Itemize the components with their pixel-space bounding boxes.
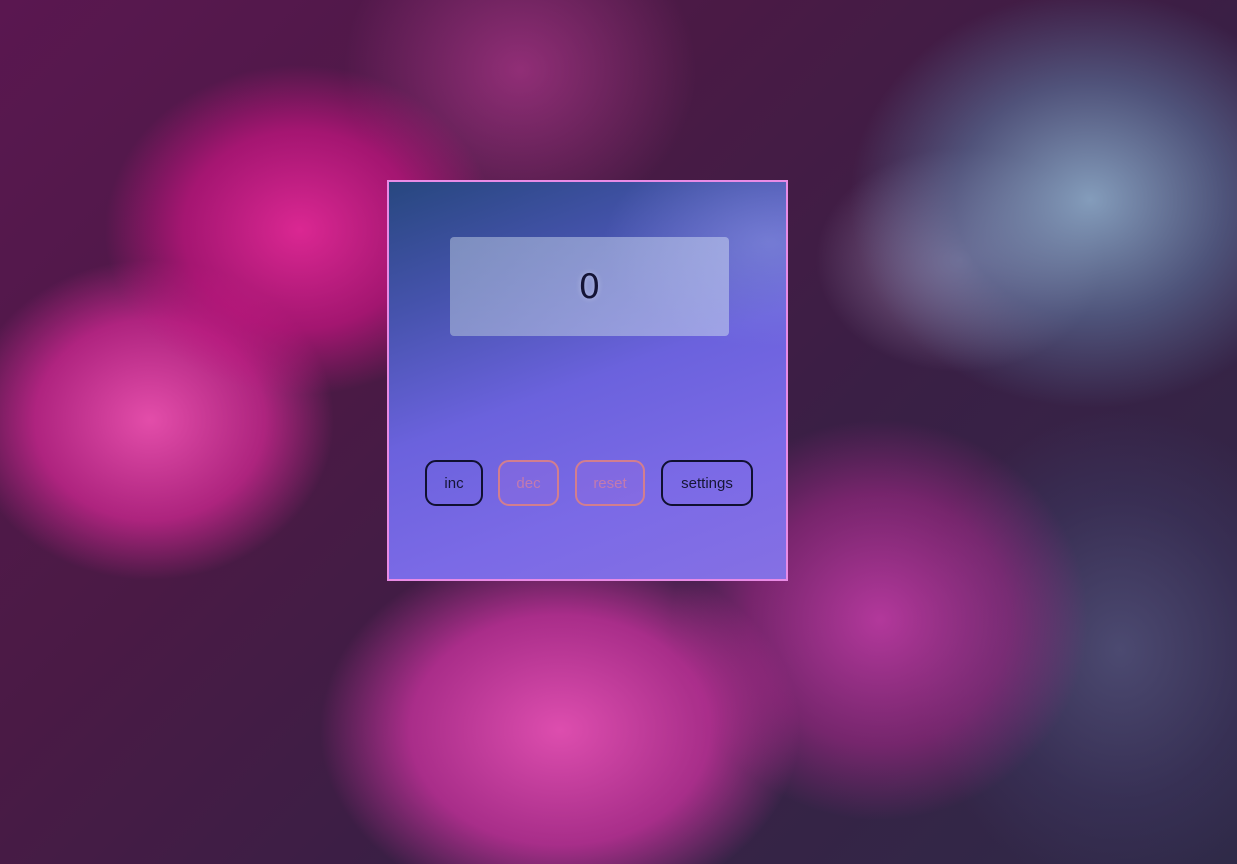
settings-button[interactable]: settings	[661, 460, 753, 506]
counter-value: 0	[578, 266, 601, 307]
counter-card: 0 inc dec reset settings	[387, 180, 788, 581]
inc-button[interactable]: inc	[425, 460, 483, 506]
dec-button[interactable]: dec	[498, 460, 559, 506]
counter-display: 0	[450, 237, 729, 336]
reset-button[interactable]: reset	[575, 460, 645, 506]
